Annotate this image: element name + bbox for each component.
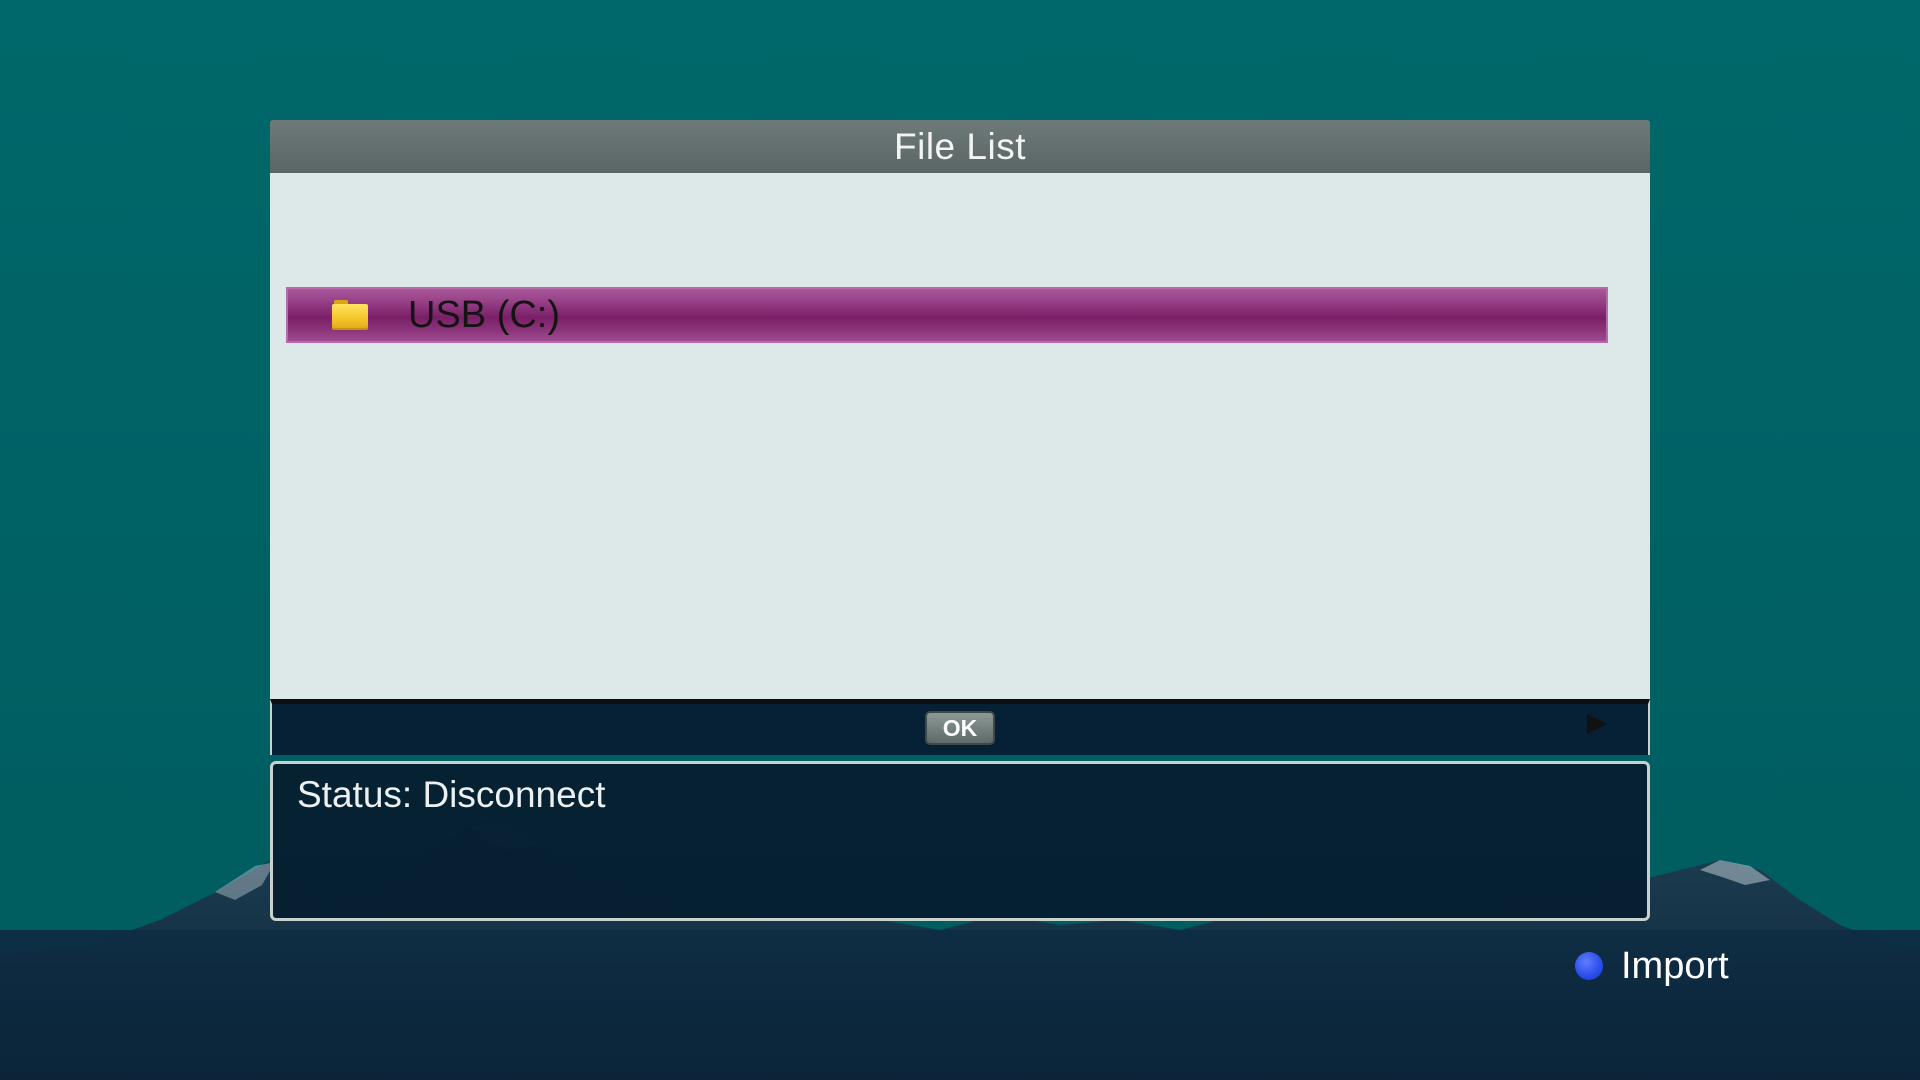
import-hint[interactable]: Import — [1575, 944, 1729, 987]
ok-button[interactable]: OK — [925, 711, 995, 745]
play-arrow-icon[interactable] — [1587, 714, 1607, 734]
blue-button-icon — [1575, 952, 1603, 980]
dialog-title: File List — [270, 120, 1650, 173]
folder-icon — [332, 300, 368, 330]
file-list-dialog: File List USB (C:) OK Status: Disconnect — [270, 120, 1650, 921]
status-panel: Status: Disconnect — [270, 761, 1650, 921]
status-text: Status: Disconnect — [297, 774, 606, 815]
file-list-item-label: USB (C:) — [408, 293, 560, 336]
import-label: Import — [1621, 944, 1729, 987]
file-list-item-usb[interactable]: USB (C:) — [286, 287, 1608, 343]
file-list-panel: USB (C:) OK — [270, 173, 1650, 745]
